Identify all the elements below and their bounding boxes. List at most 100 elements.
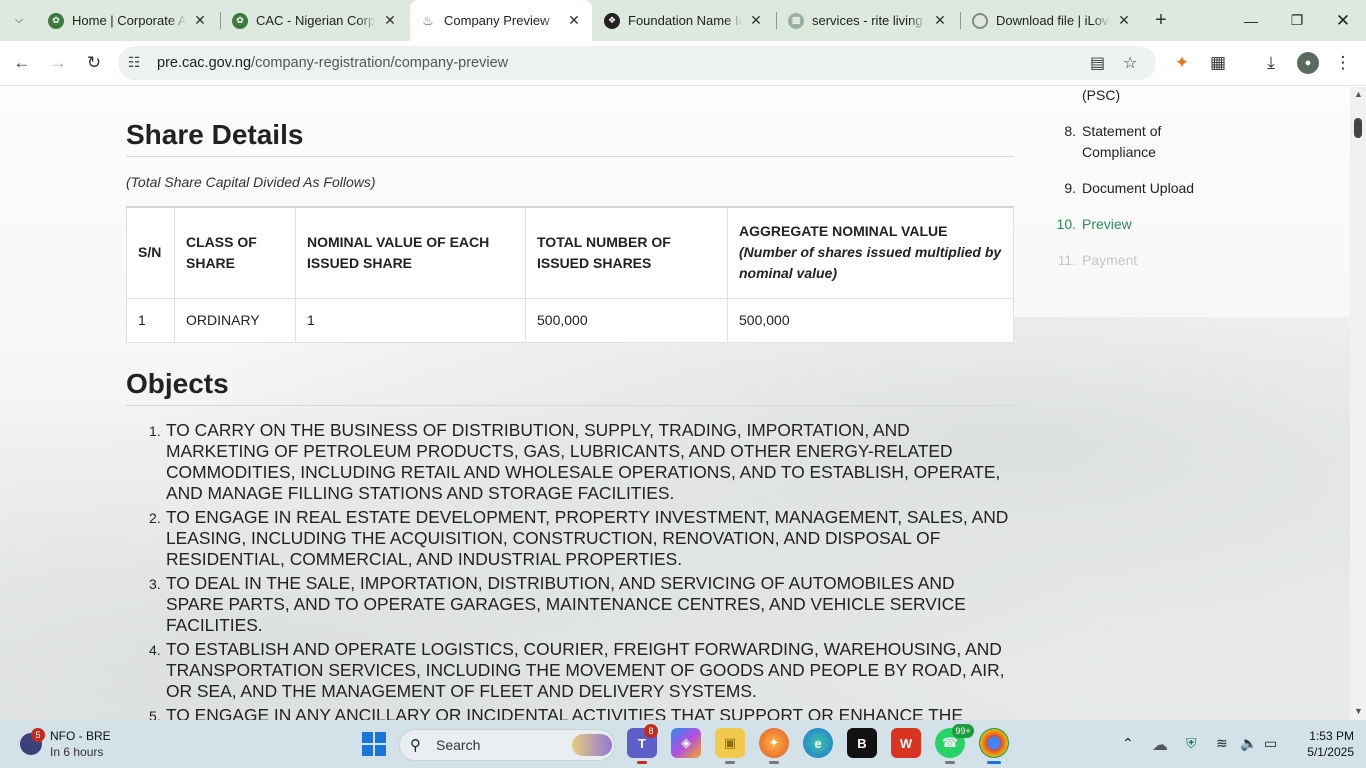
metamask-extension-icon[interactable]: ✦	[1170, 53, 1194, 73]
new-tab-button[interactable]: +	[1150, 9, 1172, 32]
tray-chevron-icon[interactable]: ⌃	[1122, 735, 1134, 752]
objects-heading: Objects	[126, 368, 229, 399]
system-clock[interactable]: 1:53 PM 5/1/2025	[1290, 728, 1354, 760]
back-button[interactable]: ←	[8, 49, 36, 77]
step-psc[interactable]: (PSC)	[1054, 87, 1212, 106]
list-number: 4.	[149, 642, 161, 658]
running-indicator	[637, 761, 647, 764]
coat-of-arms-icon: ✿	[48, 12, 64, 29]
site-info-icon[interactable]: ☷	[128, 54, 141, 71]
list-number: 2.	[149, 510, 161, 526]
menu-kebab-icon[interactable]: ⋮	[1331, 53, 1355, 73]
security-shield-icon[interactable]: ⛨	[1186, 735, 1197, 752]
whatsapp-app-icon[interactable]: ☎ 99+	[935, 724, 974, 764]
share-details-heading: Share Details	[126, 119, 304, 150]
object-text: TO ENGAGE IN ANY ANCILLARY OR INCIDENTAL…	[166, 705, 963, 720]
forward-button[interactable]: →	[44, 49, 72, 77]
tab-strip: ⌵ ✿ Home | Corporate Aff ✕ ✿ CAC - Niger…	[0, 0, 1366, 41]
close-icon[interactable]: ✕	[192, 12, 208, 29]
tab-title: CAC - Nigerian Corpo	[256, 13, 376, 28]
col-total-issued: TOTAL NUMBER OF ISSUED SHARES	[525, 206, 728, 299]
list-number: 1.	[149, 423, 161, 439]
start-tile	[375, 732, 386, 743]
search-label: Search	[436, 737, 481, 753]
step-label: Payment	[1082, 252, 1138, 268]
reload-button[interactable]: ↻	[80, 49, 108, 77]
weather-subtitle: In 6 hours	[50, 745, 104, 759]
close-icon[interactable]: ✕	[932, 12, 948, 29]
minimize-button[interactable]: —	[1228, 0, 1274, 41]
edge-app-icon[interactable]: e	[803, 728, 833, 758]
tab-cac-nigerian[interactable]: ✿ CAC - Nigerian Corpo ✕	[222, 0, 408, 41]
extensions-puzzle-icon[interactable]: ▦	[1206, 53, 1230, 73]
tab-search-button[interactable]: ⌵	[6, 8, 32, 32]
windows-start-icon[interactable]	[362, 732, 386, 756]
url-host: pre.cac.gov.ng	[157, 55, 252, 71]
weather-widget[interactable]: 5 NFO - BRE In 6 hours	[18, 728, 158, 760]
scroll-up-arrow-icon[interactable]: ▲	[1354, 89, 1363, 99]
taskbar-search[interactable]: ⚲ Search	[399, 729, 615, 761]
clock-time: 1:53 PM	[1309, 729, 1354, 743]
close-icon[interactable]: ✕	[566, 12, 582, 29]
bookmark-star-icon[interactable]: ☆	[1123, 53, 1137, 73]
step-statement-of-compliance[interactable]: 8. Statement of Compliance	[1054, 121, 1192, 163]
card-icon[interactable]: ▤	[1090, 53, 1105, 73]
copilot-app-icon[interactable]: ◈	[671, 728, 701, 758]
cell-total: 500,000	[525, 297, 728, 343]
step-number	[1054, 87, 1082, 106]
battery-icon[interactable]: ▭	[1264, 735, 1277, 752]
close-icon[interactable]: ✕	[1116, 12, 1132, 29]
firefox-app-icon[interactable]: ✦	[759, 728, 789, 764]
url-text[interactable]: pre.cac.gov.ng/company-registration/comp…	[157, 55, 508, 71]
list-number: 5.	[149, 708, 161, 720]
tab-company-preview[interactable]: ♨ Company Preview ✕	[410, 0, 592, 41]
scroll-down-arrow-icon[interactable]: ▼	[1354, 706, 1363, 716]
scroll-thumb[interactable]	[1354, 118, 1362, 138]
site-favicon-icon: ▩	[788, 12, 804, 29]
weather-badge: 5	[31, 728, 45, 742]
teams-app-icon[interactable]: T 8	[627, 724, 658, 764]
page-scrollbar[interactable]: ▲ ▼	[1350, 87, 1366, 720]
tab-home-corporate[interactable]: ✿ Home | Corporate Aff ✕	[38, 0, 218, 41]
tab-foundation-name[interactable]: ❖ Foundation Name Ide ✕	[594, 0, 774, 41]
step-payment: 11. Payment	[1054, 250, 1138, 271]
step-document-upload[interactable]: 9. Document Upload	[1054, 178, 1232, 199]
step-label: Preview	[1082, 216, 1132, 232]
cell-class: ORDINARY	[174, 297, 296, 343]
file-explorer-icon[interactable]: ▣	[715, 728, 745, 764]
wifi-icon[interactable]: ≋	[1216, 735, 1228, 752]
col-nominal-value: NOMINAL VALUE OF EACH ISSUED SHARE	[295, 206, 526, 299]
volume-icon[interactable]: 🔈	[1240, 735, 1257, 752]
list-item: 2. TO ENGAGE IN REAL ESTATE DEVELOPMENT, …	[149, 507, 1016, 570]
running-indicator	[725, 761, 735, 764]
download-icon[interactable]: ⤓	[1259, 53, 1283, 73]
restore-button[interactable]: ❐	[1274, 0, 1320, 41]
tab-download-ilovepdf[interactable]: Download file | iLove ✕	[962, 0, 1142, 41]
onedrive-cloud-icon[interactable]: ☁	[1152, 735, 1168, 755]
page-content: Share Details (Total Share Capital Divid…	[0, 87, 1350, 720]
close-icon[interactable]: ✕	[382, 12, 398, 29]
bitwarden-app-icon[interactable]: B	[847, 728, 877, 758]
close-icon[interactable]: ✕	[748, 12, 764, 29]
browser-toolbar: ← → ↻ ☷ pre.cac.gov.ng/company-registrat…	[0, 41, 1366, 86]
step-preview[interactable]: 10. Preview	[1054, 214, 1132, 235]
running-indicator	[945, 761, 955, 764]
wps-office-app-icon[interactable]: W	[891, 728, 921, 758]
step-number: 10.	[1056, 216, 1076, 232]
address-bar[interactable]: ☷ pre.cac.gov.ng/company-registration/co…	[118, 46, 1156, 80]
close-window-button[interactable]: ✕	[1320, 0, 1366, 41]
tab-title: services - rite living s	[812, 13, 926, 28]
teams-badge: 8	[644, 724, 658, 738]
running-indicator	[769, 761, 779, 764]
list-item: 4. TO ESTABLISH AND OPERATE LOGISTICS, CO…	[149, 639, 1016, 702]
tab-services-rite-living[interactable]: ▩ services - rite living s ✕	[778, 0, 958, 41]
share-capital-note: (Total Share Capital Divided As Follows)	[126, 174, 376, 190]
profile-avatar[interactable]: ●	[1297, 52, 1319, 74]
step-label: (PSC)	[1082, 87, 1121, 103]
col-sn: S/N	[126, 206, 175, 299]
step-label: Statement of Compliance	[1082, 123, 1162, 160]
chrome-app-icon[interactable]	[979, 728, 1009, 764]
list-item: 3. TO DEAL IN THE SALE, IMPORTATION, DIST…	[149, 573, 1016, 636]
list-item: 5. TO ENGAGE IN ANY ANCILLARY OR INCIDENT…	[149, 705, 1016, 720]
object-text: TO ESTABLISH AND OPERATE LOGISTICS, COUR…	[166, 639, 1005, 701]
